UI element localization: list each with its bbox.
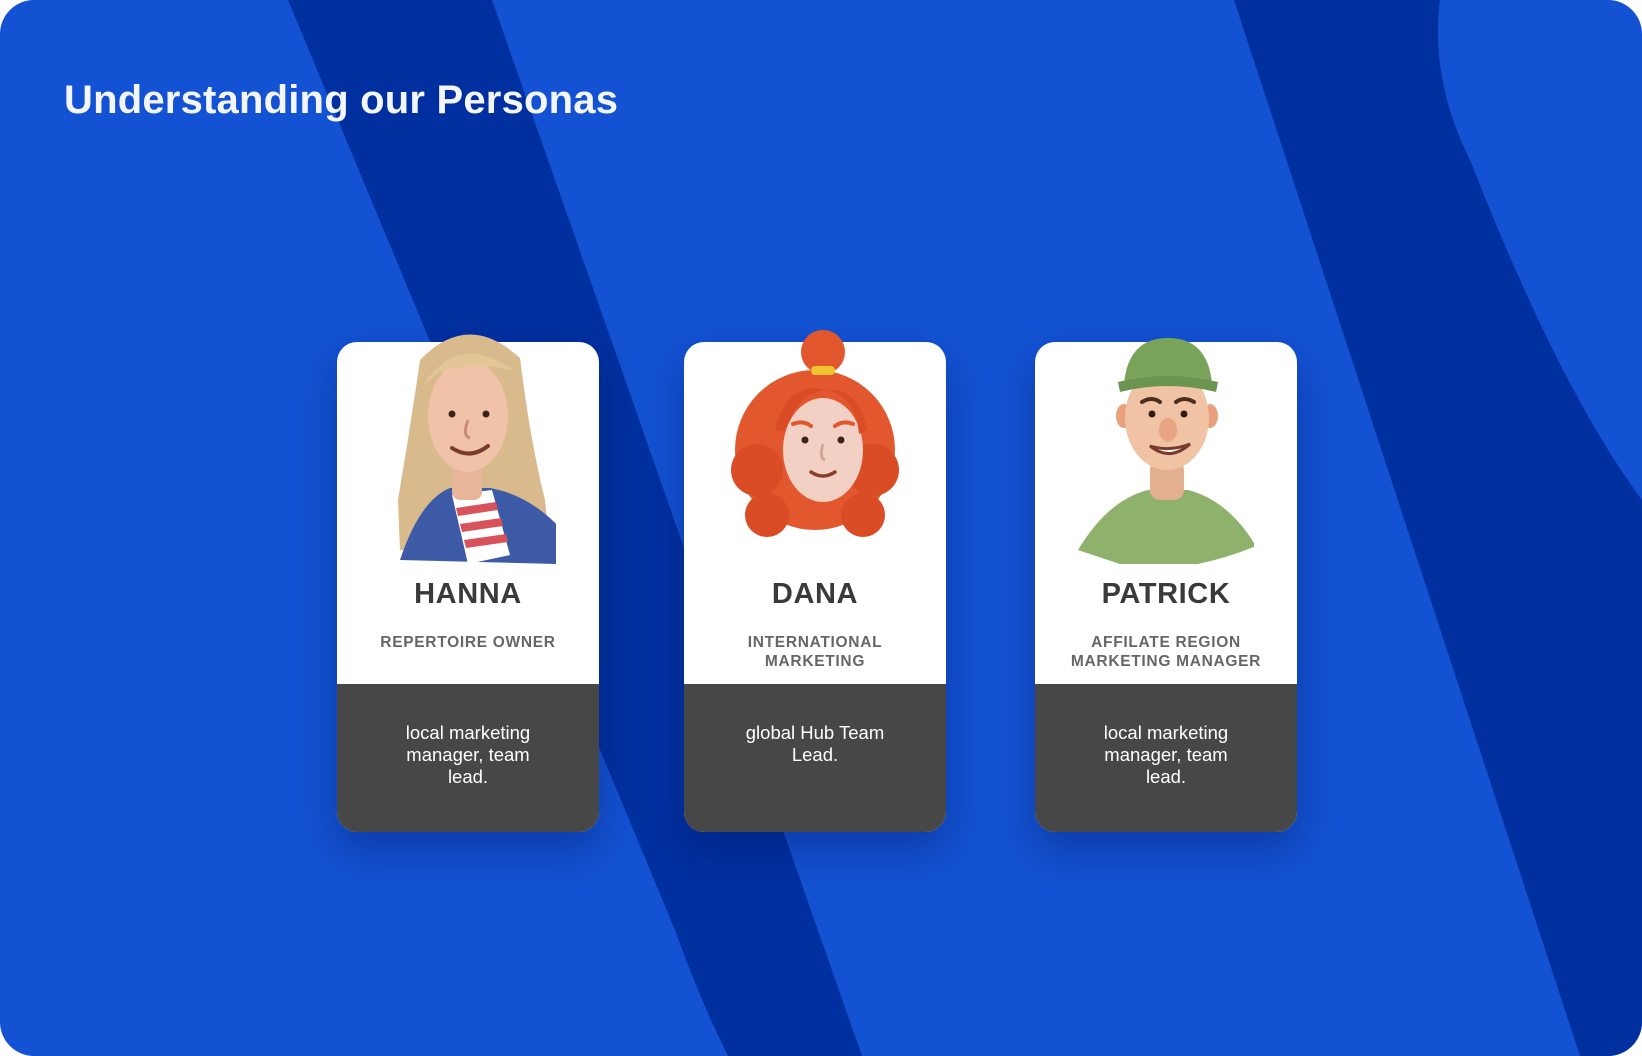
persona-role: REPERTOIRE OWNER — [380, 634, 556, 651]
persona-description: local marketing manager, team lead. — [405, 722, 531, 787]
persona-role: INTERNATIONAL MARKETING — [747, 634, 883, 670]
persona-name: HANNA — [414, 578, 522, 610]
persona-description: global Hub Team Lead. — [745, 722, 885, 765]
man-cap-avatar-icon — [1078, 338, 1254, 564]
persona-card-hanna: HANNA REPERTOIRE OWNER local marketing m… — [337, 334, 599, 832]
persona-card-patrick: PATRICK AFFILATE REGION MARKETING MANAGE… — [1035, 338, 1297, 832]
persona-role: AFFILATE REGION MARKETING MANAGER — [1070, 634, 1262, 670]
slide-title: Understanding our Personas — [64, 78, 619, 122]
persona-description: local marketing manager, team lead. — [1103, 722, 1229, 787]
persona-name: PATRICK — [1101, 578, 1231, 610]
woman-redhead-avatar-icon — [731, 330, 899, 537]
woman-blonde-avatar-icon — [398, 334, 556, 564]
slide: Understanding our Personas HANNA REPERTO… — [0, 0, 1642, 1056]
persona-card-dana: DANA INTERNATIONAL MARKETING global Hub … — [684, 330, 946, 832]
persona-name: DANA — [771, 578, 859, 610]
